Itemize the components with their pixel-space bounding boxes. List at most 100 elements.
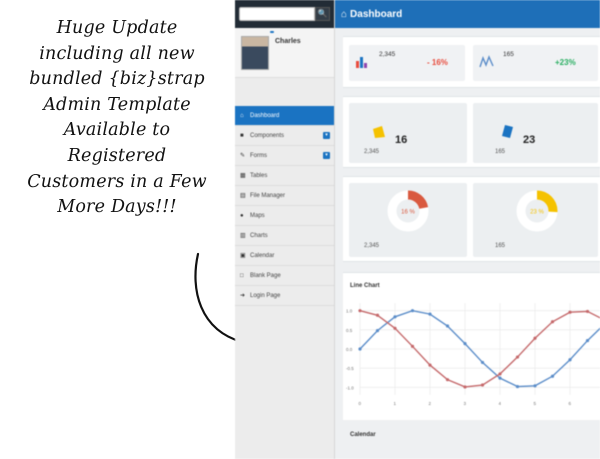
card-footer-value: 165 [495,243,506,249]
avatar[interactable] [241,31,274,70]
data-point [428,363,432,367]
y-tick-label: -0.5 [346,366,354,371]
data-point [393,315,397,319]
y-tick-label: -1.0 [346,385,354,390]
donut-label: 16 % [401,210,415,216]
metric-card: 23 165 [473,103,598,163]
data-point [410,309,415,313]
sidebar-item-login-page[interactable]: ➜ Login Page [235,286,334,306]
promo-line: including all new [39,43,195,64]
y-tick-label: 0.5 [346,328,353,333]
metric-cards-panel: 16 2,345 23 165 [343,96,600,168]
search-icon: 🔍 [317,9,328,18]
admin-template-screenshot: 🔍 Charles ⌂ Dashboard ■ Components ▾ ✎ Forms… [235,0,600,459]
sidebar-item-label: Charts [250,232,268,239]
card-footer-value: 2,345 [364,243,380,249]
data-point [533,384,537,388]
data-point [358,347,362,351]
sidebar-item-label: Blank Page [250,272,281,279]
data-point [375,313,380,317]
card-number: 16 [395,134,408,146]
x-tick-label: 3 [464,401,467,406]
promo-line: More Days!!! [57,197,177,218]
promo-line: Available to [63,120,171,141]
sidebar-item-dashboard[interactable]: ⌂ Dashboard [235,106,334,126]
sidebar-item-label: Calendar [250,252,275,259]
calendar-icon: ▣ [240,252,246,259]
y-tick-label: 0.0 [346,347,353,352]
file-icon: ▤ [240,192,246,199]
chart-icon: ▥ [240,232,246,239]
calendar-title: Calendar [350,432,376,438]
donut-card: 23 % 165 [473,183,598,257]
data-point [568,358,572,362]
sidebar-item-label: File Manager [250,192,286,199]
sidebar-item-file-manager[interactable]: ▤ File Manager [235,186,334,206]
promo-text: Huge Update including all new bundled {b… [4,16,230,221]
avatar-badge [270,31,274,33]
donut-cards-panel: 16 % 2,345 23 % 165 [343,176,600,262]
search-button[interactable]: 🔍 [315,7,330,21]
data-point [428,312,432,316]
data-point [410,344,415,348]
data-point [358,309,362,313]
chart-title: Line Chart [350,283,380,289]
sidebar-nav: ⌂ Dashboard ■ Components ▾ ✎ Forms ▾ ▦ Tables … [235,106,334,306]
y-tick-label: 1.0 [346,309,353,314]
donut-chart: 23 % [516,190,558,232]
data-point [480,360,485,365]
page-icon: □ [240,272,244,279]
main-content: ⌂ Dashboard 2,345 - 16% 165 +23% 16 2,34… [335,0,600,459]
card-footer: 2,345 [364,149,379,155]
bar-icon [502,125,513,138]
user-profile: Charles [235,28,334,78]
sidebar-item-forms[interactable]: ✎ Forms ▾ [235,146,334,166]
donut-label: 23 % [530,210,544,216]
card-footer: 2,345 [364,243,379,249]
data-point [585,309,590,314]
data-point [568,310,572,314]
data-point [498,372,502,376]
line-chart-panel: Line Chart 1.0 0.5 0.0 -0.5 -1.0 0 1 2 3 4 5 6 [343,272,600,420]
sidebar-item-label: Login Page [250,292,281,299]
stat-value: 2,345 [379,51,396,58]
series-line [359,309,600,388]
stat-weekly: 2,345 - 16% [349,45,465,81]
data-point [375,329,380,333]
sidebar-search: 🔍 [235,0,334,28]
stat-value: 165 [503,51,514,58]
card-number: 23 [523,134,536,146]
promo-line: Customers in a Few [27,171,207,192]
sidebar-item-maps[interactable]: ● Maps [235,206,334,226]
x-tick-label: 0 [359,401,362,406]
card-footer-value: 165 [495,149,506,155]
sidebar-item-components[interactable]: ■ Components ▾ [235,126,334,146]
sidebar-item-tables[interactable]: ▦ Tables [235,166,334,186]
sidebar-item-calendar[interactable]: ▣ Calendar [235,246,334,266]
sidebar-item-charts[interactable]: ▥ Charts [235,226,334,246]
sidebar-item-label: Forms [250,152,267,159]
stats-panel: 2,345 - 16% 165 +23% [343,36,600,88]
expand-icon[interactable]: ▾ [323,152,330,159]
data-point [463,385,467,389]
expand-icon[interactable]: ▾ [323,132,330,139]
promo-line: Huge Update [56,18,178,38]
data-point [445,324,450,328]
x-tick-label: 5 [534,401,537,406]
data-point [585,338,590,343]
home-icon: ⌂ [341,9,348,20]
promo-line: Registered [67,145,167,166]
stat-delta: +23% [555,58,576,67]
data-point [515,355,520,359]
data-point [463,342,467,346]
sidebar-item-label: Dashboard [250,112,280,119]
line-chart-icon [479,55,494,68]
data-point [480,383,485,387]
blocks-icon: ■ [240,132,244,139]
login-icon: ➜ [240,292,246,299]
promo-line: Admin Template [43,94,191,115]
search-input[interactable] [239,7,315,21]
sidebar-item-blank-page[interactable]: □ Blank Page [235,266,334,286]
pencil-icon: ✎ [240,152,246,159]
sidebar-item-label: Tables [250,172,268,179]
